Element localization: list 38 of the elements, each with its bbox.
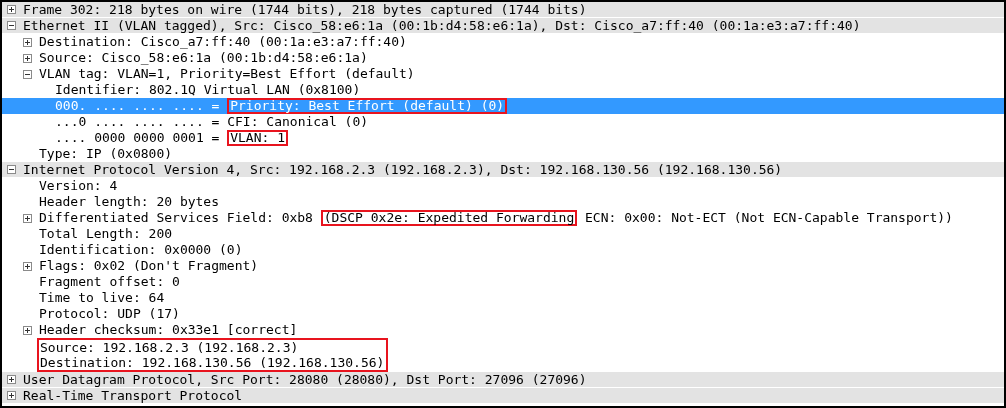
tree-row[interactable]: Header checksum: 0x33e1 [correct] xyxy=(2,322,1004,338)
highlighted-field-text: VLAN: 1 xyxy=(227,130,288,146)
expand-icon[interactable] xyxy=(23,261,32,271)
tree-row[interactable]: Type: IP (0x0800) xyxy=(2,146,1004,162)
tree-row[interactable]: Destination: 192.168.130.56 (192.168.130.56) xyxy=(39,355,385,370)
expand-icon[interactable] xyxy=(23,213,32,223)
collapse-icon[interactable] xyxy=(7,165,16,174)
tree-row[interactable]: Total Length: 200 xyxy=(2,226,1004,242)
highlighted-field-text: Priority: Best Effort (default) (0) xyxy=(227,98,508,114)
tree-row[interactable]: Protocol: UDP (17) xyxy=(2,306,1004,322)
tree-row[interactable]: Fragment offset: 0 xyxy=(2,274,1004,290)
tree-row[interactable]: Ethernet II (VLAN tagged), Src: Cisco_58:e6:1a (00:1b:d4:58:e6:1a), Dst: Cisco_a7:ff:40 (00:1a:e3:a7:ff:40) xyxy=(2,18,1004,34)
tree-row[interactable]: VLAN tag: VLAN=1, Priority=Best Effort (default) xyxy=(2,66,1004,82)
tree-row[interactable]: Real-Time Transport Protocol xyxy=(2,388,1004,404)
collapse-icon[interactable] xyxy=(7,21,16,30)
tree-row[interactable]: Flags: 0x02 (Don't Fragment) xyxy=(2,258,1004,274)
tree-row[interactable]: Source: 192.168.2.3 (192.168.2.3) xyxy=(39,340,385,355)
tree-row[interactable]: Header length: 20 bytes xyxy=(2,194,1004,210)
tree-row[interactable]: Destination: Cisco_a7:ff:40 (00:1a:e3:a7:ff:40) xyxy=(2,34,1004,50)
tree-row[interactable]: Frame 302: 218 bytes on wire (1744 bits), 218 bytes captured (1744 bits) xyxy=(2,2,1004,18)
highlighted-field-text: (DSCP 0x2e: Expedited Forwarding xyxy=(320,210,578,226)
tree-row[interactable]: Version: 4 xyxy=(2,178,1004,194)
expand-icon[interactable] xyxy=(7,391,16,400)
tree-row[interactable]: Identification: 0x0000 (0) xyxy=(2,242,1004,258)
expand-icon[interactable] xyxy=(23,37,32,47)
tree-row[interactable]: Differentiated Services Field: 0xb8 (DSCP 0x2e: Expedited Forwarding ECN: 0x00: Not-ECT (Not ECN-Capable Transport)) xyxy=(2,210,1004,226)
expand-icon[interactable] xyxy=(7,5,16,14)
tree-row[interactable]: Source: Cisco_58:e6:1a (00:1b:d4:58:e6:1a) xyxy=(2,50,1004,66)
tree-row[interactable]: Identifier: 802.1Q Virtual LAN (0x8100) xyxy=(2,82,1004,98)
expand-icon[interactable] xyxy=(7,375,16,384)
tree-row[interactable]: .... 0000 0000 0001 = VLAN: 1 xyxy=(2,130,1004,146)
collapse-icon[interactable] xyxy=(23,69,32,79)
expand-icon[interactable] xyxy=(23,53,32,63)
tree-row[interactable]: Internet Protocol Version 4, Src: 192.168.2.3 (192.168.2.3), Dst: 192.168.130.56 (192.168.130.56) xyxy=(2,162,1004,178)
tree-row[interactable]: ...0 .... .... .... = CFI: Canonical (0) xyxy=(2,114,1004,130)
tree-row[interactable]: Time to live: 64 xyxy=(2,290,1004,306)
expand-icon[interactable] xyxy=(23,325,32,335)
tree-row[interactable]: User Datagram Protocol, Src Port: 28080 (28080), Dst Port: 27096 (27096) xyxy=(2,372,1004,388)
